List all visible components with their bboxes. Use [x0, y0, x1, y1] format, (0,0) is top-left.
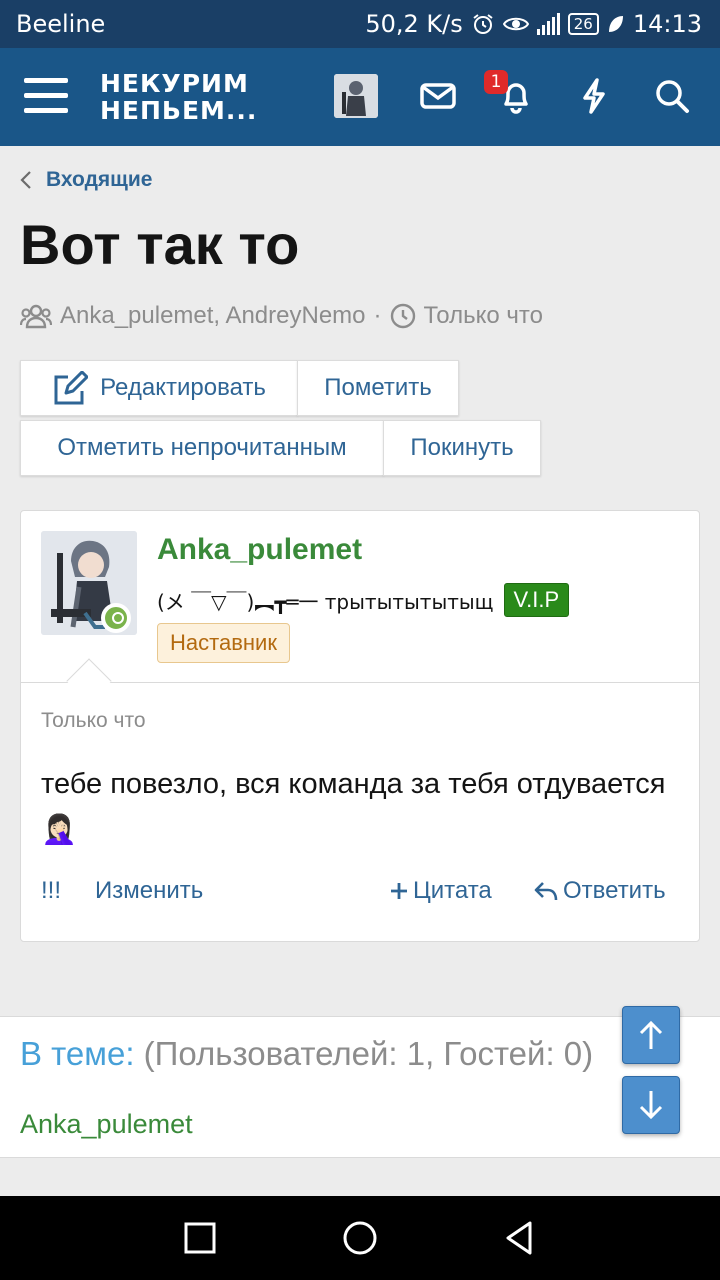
arrow-up-icon — [639, 1020, 663, 1049]
carrier-name: Beeline — [16, 10, 106, 38]
notification-badge: 1 — [484, 70, 508, 94]
status-bar: Beeline 50,2 K/s 26 14:13 — [0, 0, 720, 48]
site-logo[interactable]: НЕКУРИМ НЕПЬЕМ... — [100, 70, 257, 124]
scroll-up-button[interactable] — [622, 1006, 680, 1064]
alarm-icon — [473, 14, 493, 34]
home-icon[interactable] — [340, 1218, 380, 1258]
author-username[interactable]: Anka_pulemet — [157, 533, 362, 567]
conversation-meta: Anka_pulemet, AndreyNemo · Только что — [20, 302, 543, 330]
message-card: Anka_pulemet (メ ￣▽￣)︻┳═一 трытытытытыщ V.… — [20, 510, 700, 942]
thread-viewer-member[interactable]: Anka_pulemet — [20, 1109, 193, 1140]
online-status-icon — [101, 603, 131, 633]
battery-icon: 26 — [567, 13, 599, 35]
clock-icon — [390, 303, 415, 329]
quote-label: Цитата — [413, 877, 492, 904]
search-icon[interactable] — [650, 74, 694, 118]
eye-icon — [502, 17, 529, 31]
lightning-icon[interactable] — [572, 74, 616, 118]
scroll-down-button[interactable] — [622, 1076, 680, 1134]
reply-button[interactable]: Ответить — [533, 877, 666, 905]
menu-icon[interactable] — [24, 78, 68, 114]
page-title: Вот так то — [20, 213, 300, 276]
mark-button[interactable]: Пометить — [297, 360, 459, 416]
mark-button-label: Пометить — [324, 374, 432, 401]
user-avatar[interactable] — [334, 74, 378, 118]
chevron-left-icon — [20, 171, 31, 189]
message-actions: !!! Изменить Цитата Ответить — [41, 877, 681, 913]
message-time[interactable]: Только что — [41, 709, 146, 733]
thread-viewers-title: В теме: (Пользователей: 1, Гостей: 0) — [20, 1035, 593, 1073]
meta-separator: · — [373, 302, 382, 329]
thread-viewers-counts: (Пользователей: 1, Гостей: 0) — [143, 1035, 594, 1072]
system-nav-bar — [0, 1196, 720, 1280]
app-header: НЕКУРИМ НЕПЬЕМ... 1 — [0, 48, 720, 146]
leave-button[interactable]: Покинуть — [383, 420, 541, 476]
arrow-down-icon — [639, 1091, 663, 1120]
avatar-illustration — [334, 74, 378, 118]
mark-unread-label: Отметить непрочитанным — [57, 434, 347, 461]
message-body: тебе повезло, вся команда за тебя отдува… — [41, 768, 666, 846]
role-badge: Наставник — [157, 623, 290, 663]
report-button[interactable]: !!! — [41, 877, 61, 905]
reply-label: Ответить — [563, 877, 666, 904]
mark-unread-button[interactable]: Отметить непрочитанным — [20, 420, 384, 476]
back-icon[interactable] — [500, 1218, 540, 1258]
mail-icon[interactable] — [416, 74, 460, 118]
thread-viewers-label: В теме: — [20, 1035, 135, 1072]
recent-apps-icon[interactable] — [180, 1218, 220, 1258]
logo-line2: НЕПЬЕМ... — [100, 96, 258, 125]
vip-badge: V.I.P — [503, 583, 570, 617]
plus-icon — [391, 883, 407, 899]
breadcrumb-link[interactable]: Входящие — [46, 168, 153, 192]
author-title-text: (メ ￣▽￣)︻┳═一 трытытытытыщ — [157, 589, 494, 614]
network-speed: 50,2 K/s — [365, 10, 463, 38]
edit-button-label: Редактировать — [100, 374, 266, 401]
thread-viewers-panel: В теме: (Пользователей: 1, Гостей: 0) An… — [0, 1016, 720, 1158]
breadcrumb[interactable]: Входящие — [20, 168, 153, 192]
leave-button-label: Покинуть — [410, 434, 514, 461]
leaf-icon — [608, 16, 623, 32]
edit-button[interactable]: Редактировать — [20, 360, 298, 416]
edit-icon — [54, 371, 89, 405]
quote-button[interactable]: Цитата — [389, 877, 492, 905]
clock-time: 14:13 — [632, 10, 702, 38]
reply-icon — [534, 882, 558, 901]
conversation-time: Только что — [423, 302, 543, 329]
author-title: (メ ￣▽￣)︻┳═一 трытытытытыщ V.I.P — [157, 583, 570, 617]
status-indicators: 50,2 K/s 26 14:13 — [365, 10, 702, 38]
edit-message-button[interactable]: Изменить — [95, 877, 203, 905]
users-icon — [20, 304, 52, 329]
message-author-block: Anka_pulemet (メ ￣▽￣)︻┳═一 трытытытытыщ V.… — [21, 511, 699, 683]
signal-icon — [536, 13, 560, 35]
logo-line1: НЕКУРИМ — [100, 69, 249, 98]
participants-link[interactable]: Anka_pulemet, AndreyNemo — [60, 302, 366, 330]
